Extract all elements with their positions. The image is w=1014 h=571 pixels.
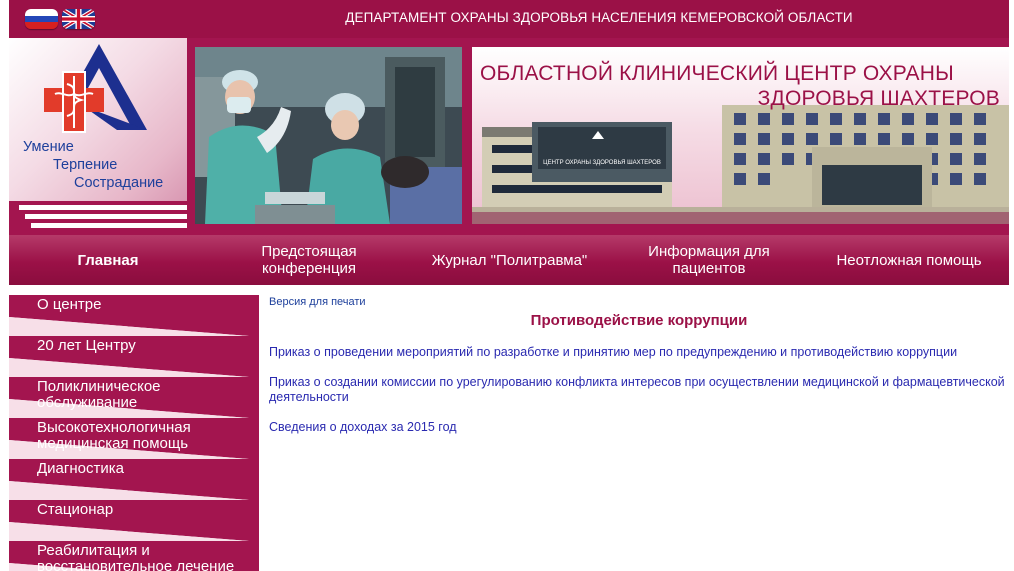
print-version-link[interactable]: Версия для печати	[269, 296, 1009, 308]
nav-patient-info[interactable]: Информация для пациентов	[619, 235, 799, 285]
sidebar-item-label: Реабилитация и восстановительное лечение	[37, 542, 235, 571]
nav-home[interactable]: Главная	[9, 235, 207, 285]
hospital-building-photo: ЦЕНТР ОХРАНЫ ЗДОРОВЬЯ ШАХТЕРОВ ОБЛАСТНОЙ…	[472, 47, 1009, 224]
sidebar-item-label: О центре	[37, 296, 102, 313]
sidebar-item-hospital[interactable]: Стационар	[9, 500, 259, 541]
document-link[interactable]: Приказ о создании комиссии по урегулиров…	[269, 375, 1009, 405]
document-link[interactable]: Приказ о проведении мероприятий по разра…	[269, 345, 1009, 360]
department-header: ДЕПАРТАМЕНТ ОХРАНЫ ЗДОРОВЬЯ НАСЕЛЕНИЯ КЕ…	[9, 0, 1009, 38]
nav-emergency-help[interactable]: Неотложная помощь	[824, 235, 994, 285]
motto: Умение Терпение Сострадание	[23, 138, 163, 192]
banner: Умение Терпение Сострадание ЦЕНТР ОХРАНЫ…	[9, 38, 1009, 235]
sidebar-item-label: Высокотехнологичная медицинская помощь	[37, 419, 191, 452]
sidebar-item-about[interactable]: О центре	[9, 295, 259, 336]
sidebar-menu: О центре 20 лет Центру Поликлиническое о…	[9, 295, 259, 571]
svg-text:ЦЕНТР ОХРАНЫ ЗДОРОВЬЯ ШАХТЕРОВ: ЦЕНТР ОХРАНЫ ЗДОРОВЬЯ ШАХТЕРОВ	[543, 160, 661, 166]
motto-line: Умение	[23, 139, 74, 155]
sidebar-item-label: Поликлиническое обслуживание	[37, 378, 161, 411]
logo-icon	[44, 44, 147, 133]
page-title: Противодействие коррупции	[530, 312, 748, 329]
decorative-stripes	[9, 201, 187, 235]
document-link[interactable]: Сведения о доходах за 2015 год	[269, 420, 1009, 435]
center-title: ОБЛАСТНОЙ КЛИНИЧЕСКИЙ ЦЕНТР ОХРАНЫ ЗДОРО…	[480, 61, 1000, 111]
sidebar-item-polyclinic[interactable]: Поликлиническое обслуживание	[9, 377, 259, 418]
center-title-line: ОБЛАСТНОЙ КЛИНИЧЕСКИЙ ЦЕНТР ОХРАНЫ	[480, 62, 954, 85]
language-switcher	[25, 9, 95, 29]
sidebar-item-high-tech[interactable]: Высокотехнологичная медицинская помощь	[9, 418, 259, 459]
department-title: ДЕПАРТАМЕНТ ОХРАНЫ ЗДОРОВЬЯ НАСЕЛЕНИЯ КЕ…	[345, 10, 853, 25]
nav-upcoming-conference[interactable]: Предстоящая конференция	[239, 235, 379, 285]
motto-line: Сострадание	[74, 175, 164, 191]
nav-journal-politravma[interactable]: Журнал "Политравма"	[417, 235, 602, 285]
russia-flag-icon[interactable]	[25, 9, 58, 29]
sidebar-item-label: 20 лет Центру	[37, 337, 136, 354]
sidebar-item-rehabilitation[interactable]: Реабилитация и восстановительное лечение	[9, 541, 259, 571]
center-title-line: ЗДОРОВЬЯ ШАХТЕРОВ	[757, 87, 1000, 110]
surgeons-photo	[195, 47, 462, 224]
main-content: Версия для печати Противодействие корруп…	[269, 296, 1009, 450]
sidebar-item-label: Диагностика	[37, 460, 124, 477]
sidebar-item-20-years[interactable]: 20 лет Центру	[9, 336, 259, 377]
sidebar-item-label: Стационар	[37, 501, 114, 518]
motto-line: Терпение	[53, 157, 118, 173]
uk-flag-icon[interactable]	[62, 9, 95, 29]
logo-panel[interactable]: Умение Терпение Сострадание	[9, 38, 187, 201]
sidebar-item-diagnostics[interactable]: Диагностика	[9, 459, 259, 500]
top-navigation: Главная Предстоящая конференция Журнал "…	[9, 235, 1009, 285]
